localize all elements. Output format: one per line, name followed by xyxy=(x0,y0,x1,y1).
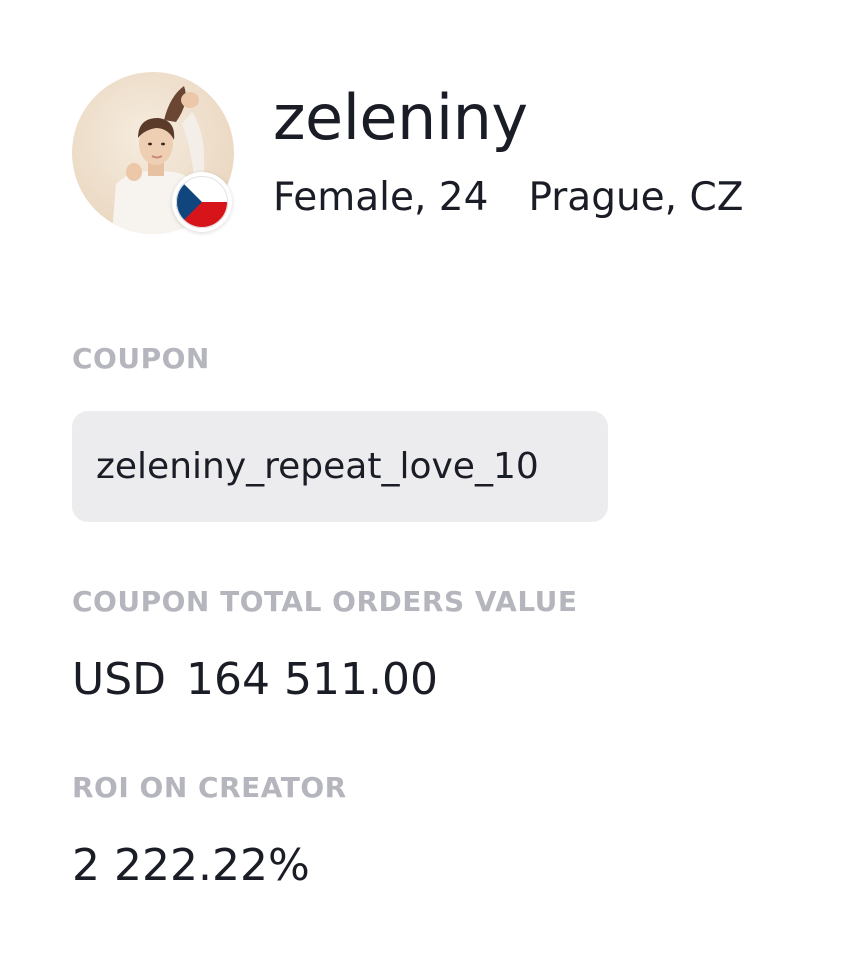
coupon-code-box[interactable]: zeleniny_repeat_love_10 xyxy=(72,411,608,522)
profile-header: zeleniny Female, 24 Prague, CZ xyxy=(72,72,812,234)
location: Prague, CZ xyxy=(528,175,744,220)
roi-value: 2 222.22% xyxy=(72,840,310,891)
coupon-code: zeleniny_repeat_love_10 xyxy=(96,446,539,487)
total-orders-value: USD 164 511.00 xyxy=(72,652,438,708)
gender-age: Female, 24 xyxy=(273,175,489,220)
total-orders-label: COUPON TOTAL ORDERS VALUE xyxy=(72,585,578,618)
czech-flag-icon xyxy=(172,172,232,232)
username: zeleniny xyxy=(273,81,528,154)
coupon-label: COUPON xyxy=(72,342,210,375)
total-orders-amount: 164 511.00 xyxy=(186,654,438,705)
profile-meta: Female, 24 Prague, CZ xyxy=(273,172,743,224)
roi-label: ROI ON CREATOR xyxy=(72,771,347,804)
currency-code: USD xyxy=(72,654,167,705)
